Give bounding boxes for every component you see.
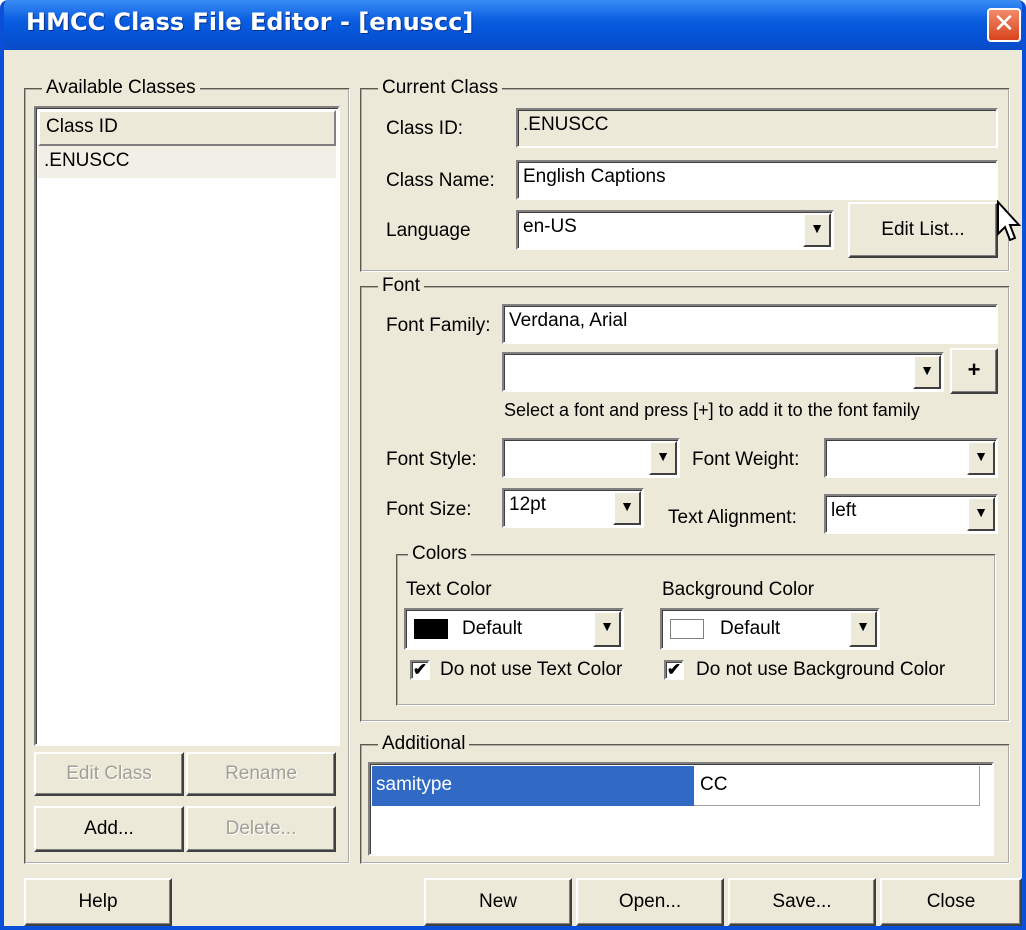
class-id-field: .ENUSCC xyxy=(516,108,998,148)
property-value-cell[interactable]: CC xyxy=(694,766,980,806)
close-label: Close xyxy=(926,891,976,912)
no-background-color-checkbox[interactable]: ✔ xyxy=(664,660,684,680)
open-label: Open... xyxy=(618,891,682,912)
close-icon: ✕ xyxy=(993,9,1015,39)
open-button[interactable]: Open... xyxy=(576,878,724,926)
chevron-down-icon[interactable]: ▼ xyxy=(803,213,831,247)
no-background-color-label[interactable]: Do not use Background Color xyxy=(696,658,945,682)
property-key-cell[interactable]: samitype xyxy=(372,766,694,806)
text-color-label: Text Color xyxy=(406,579,492,600)
font-weight-label: Font Weight: xyxy=(692,449,800,470)
add-font-button[interactable]: + xyxy=(950,348,998,394)
delete-label: Delete... xyxy=(225,818,297,839)
delete-class-button[interactable]: Delete... xyxy=(186,806,336,852)
mouse-pointer-icon xyxy=(997,200,1022,242)
checkmark-icon: ✔ xyxy=(666,660,682,679)
colors-legend: Colors xyxy=(408,543,471,565)
help-label: Help xyxy=(78,891,118,912)
new-button[interactable]: New xyxy=(424,878,572,926)
class-list-item[interactable]: .ENUSCC xyxy=(38,146,336,178)
font-picker-select[interactable]: ▼ xyxy=(502,352,944,392)
font-family-label: Font Family: xyxy=(386,315,491,336)
background-color-value: Default xyxy=(720,618,781,639)
class-list[interactable]: Class ID .ENUSCC xyxy=(34,106,340,746)
available-classes-legend: Available Classes xyxy=(42,77,200,99)
add-label: Add... xyxy=(84,818,134,839)
add-class-button[interactable]: Add... xyxy=(34,806,184,852)
edit-list-label: Edit List... xyxy=(881,219,965,240)
background-color-select[interactable]: Default ▼ xyxy=(660,608,880,650)
save-label: Save... xyxy=(772,891,832,912)
chevron-down-icon[interactable]: ▼ xyxy=(649,441,677,475)
close-window-button[interactable]: ✕ xyxy=(987,8,1021,42)
plus-icon: + xyxy=(967,357,981,382)
edit-class-label: Edit Class xyxy=(66,763,152,784)
chevron-down-icon[interactable]: ▼ xyxy=(967,441,995,475)
close-button[interactable]: Close xyxy=(880,878,1022,926)
no-text-color-checkbox[interactable]: ✔ xyxy=(410,660,430,680)
font-size-value: 12pt xyxy=(509,494,546,515)
new-label: New xyxy=(478,891,517,912)
text-alignment-select[interactable]: left ▼ xyxy=(824,494,998,534)
current-class-legend: Current Class xyxy=(378,77,503,99)
class-file-editor-window: HMCC Class File Editor - [enuscc] ✕ Avai… xyxy=(0,0,1026,930)
class-id-label: Class ID: xyxy=(386,118,464,139)
class-name-label: Class Name: xyxy=(386,170,495,191)
rename-label: Rename xyxy=(225,763,297,784)
language-select[interactable]: en-US ▼ xyxy=(516,210,834,250)
additional-properties-grid[interactable]: samitype CC xyxy=(368,762,994,856)
class-name-input[interactable]: English Captions xyxy=(516,160,998,200)
font-style-select[interactable]: ▼ xyxy=(502,438,680,478)
text-alignment-value: left xyxy=(831,500,857,521)
text-color-swatch xyxy=(414,619,448,639)
text-color-select[interactable]: Default ▼ xyxy=(404,608,624,650)
chevron-down-icon[interactable]: ▼ xyxy=(613,491,641,525)
font-legend: Font xyxy=(378,275,425,297)
chevron-down-icon[interactable]: ▼ xyxy=(913,355,941,389)
language-value: en-US xyxy=(523,216,577,237)
font-size-select[interactable]: 12pt ▼ xyxy=(502,488,644,528)
font-family-input[interactable]: Verdana, Arial xyxy=(502,304,998,344)
font-style-label: Font Style: xyxy=(386,449,477,470)
chevron-down-icon[interactable]: ▼ xyxy=(967,497,995,531)
edit-list-button[interactable]: Edit List... xyxy=(848,202,998,258)
rename-button[interactable]: Rename xyxy=(186,752,336,796)
text-alignment-label: Text Alignment: xyxy=(668,507,797,528)
background-color-label: Background Color xyxy=(662,579,815,600)
edit-class-button[interactable]: Edit Class xyxy=(34,752,184,796)
background-color-swatch xyxy=(670,619,704,639)
save-button[interactable]: Save... xyxy=(728,878,876,926)
font-size-label: Font Size: xyxy=(386,499,472,520)
font-weight-select[interactable]: ▼ xyxy=(824,438,998,478)
additional-legend: Additional xyxy=(378,733,470,755)
font-hint-text: Select a font and press [+] to add it to… xyxy=(504,400,920,420)
text-color-value: Default xyxy=(462,618,523,639)
class-id-column-header[interactable]: Class ID xyxy=(38,110,336,146)
chevron-down-icon[interactable]: ▼ xyxy=(593,611,621,647)
window-title: HMCC Class File Editor - [enuscc] xyxy=(26,8,474,36)
no-text-color-label[interactable]: Do not use Text Color xyxy=(440,658,622,682)
checkmark-icon: ✔ xyxy=(412,660,428,679)
language-label: Language xyxy=(386,220,471,241)
help-button[interactable]: Help xyxy=(24,878,172,926)
chevron-down-icon[interactable]: ▼ xyxy=(849,611,877,647)
title-bar[interactable]: HMCC Class File Editor - [enuscc] ✕ xyxy=(4,0,1022,50)
